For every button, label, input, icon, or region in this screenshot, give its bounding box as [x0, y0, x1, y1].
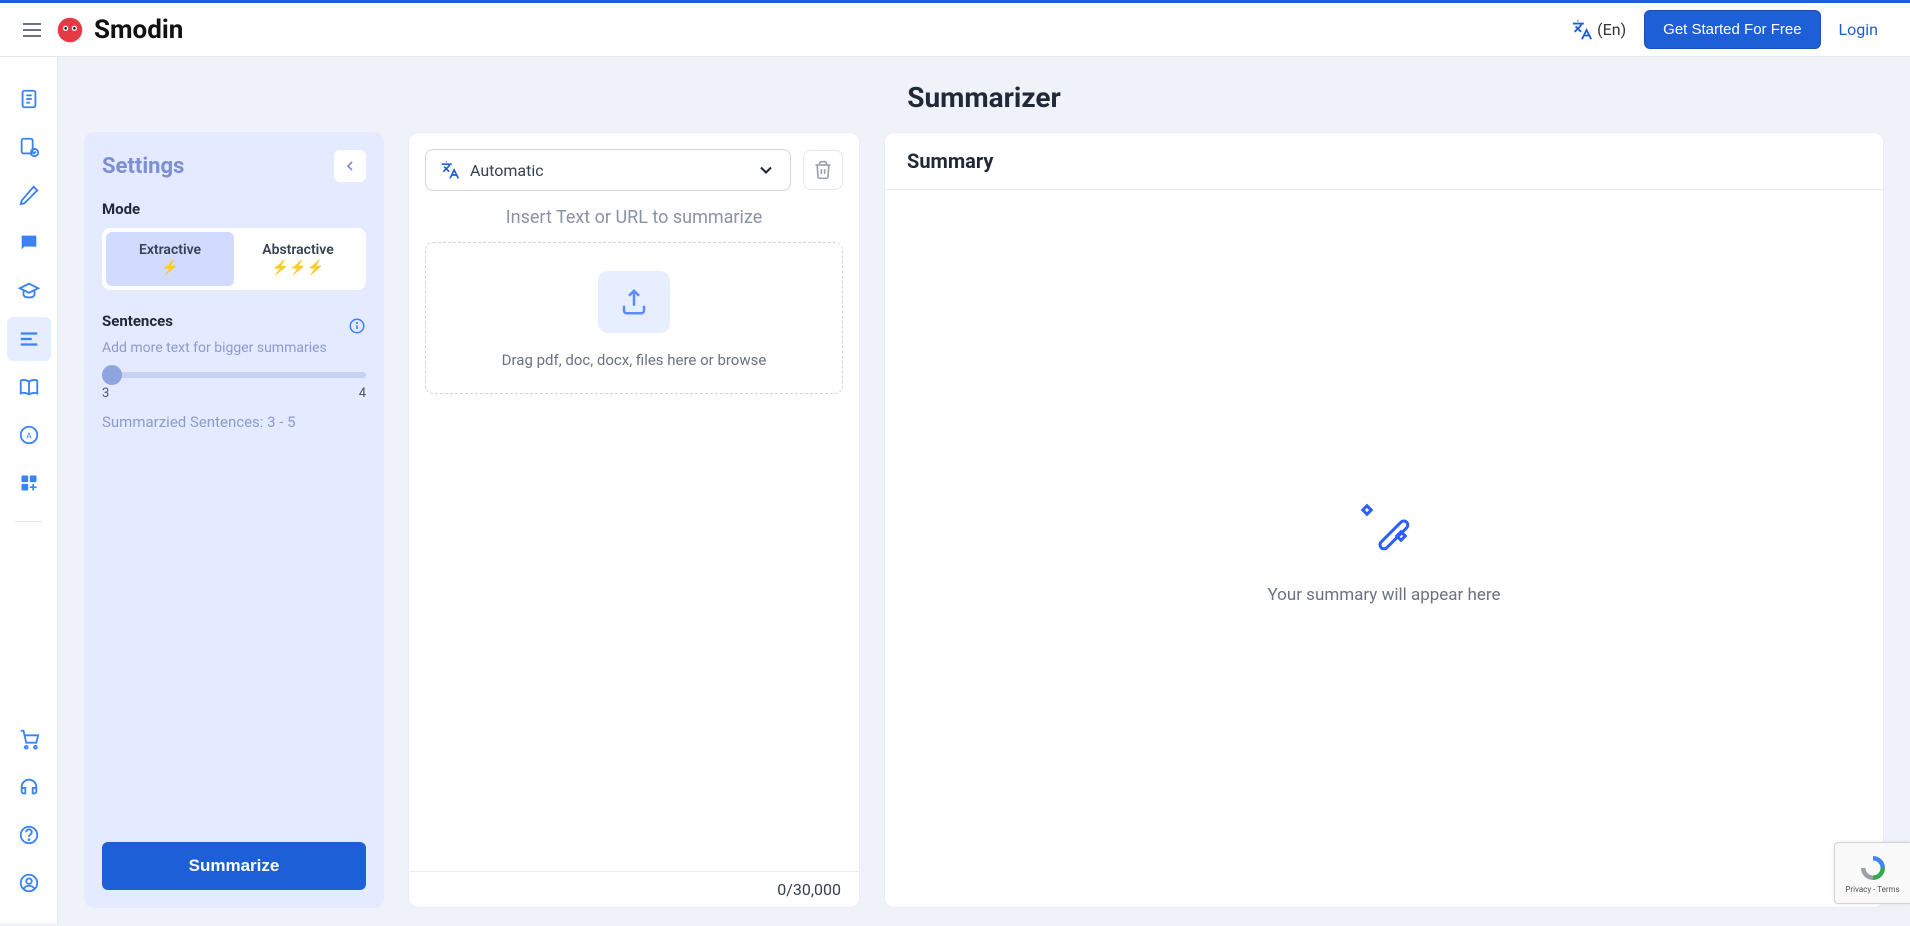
translate-icon [440, 160, 460, 180]
logo-icon [56, 16, 84, 44]
slider-labels: 3 4 [102, 386, 366, 401]
chevron-down-icon [756, 160, 776, 180]
output-empty-state: Your summary will appear here [885, 190, 1883, 907]
upload-icon [598, 271, 670, 333]
header: Smodin (En) Get Started For Free Login [0, 3, 1910, 57]
language-label: (En) [1597, 20, 1626, 39]
slider-min: 3 [102, 386, 109, 401]
cta-button[interactable]: Get Started For Free [1644, 10, 1820, 49]
recaptcha-badge[interactable]: Privacy - Terms [1834, 842, 1910, 904]
logo[interactable]: Smodin [56, 15, 183, 45]
sidebar-item-graduation[interactable] [7, 269, 51, 313]
panel-settings: Settings Mode Extractive ⚡ Abstractive ⚡… [84, 132, 384, 908]
summarize-button[interactable]: Summarize [102, 842, 366, 890]
output-empty-text: Your summary will appear here [1267, 585, 1500, 605]
login-link[interactable]: Login [1839, 20, 1890, 39]
content: Summarizer Settings Mode Extractive ⚡ [58, 57, 1910, 923]
sidebar-item-apps[interactable] [7, 461, 51, 505]
input-placeholder: Insert Text or URL to summarize [409, 203, 859, 242]
brand-name: Smodin [94, 15, 183, 45]
sentences-header: Sentences [102, 312, 366, 340]
dropzone-text: Drag pdf, doc, docx, files here or brows… [442, 351, 826, 369]
sentences-slider[interactable] [102, 372, 366, 378]
tab-extractive[interactable]: Extractive ⚡ [106, 232, 234, 286]
svg-text:A: A [26, 432, 32, 442]
header-right: (En) Get Started For Free Login [1571, 10, 1890, 49]
language-selector[interactable]: (En) [1571, 19, 1626, 41]
sidebar-item-cart[interactable] [7, 717, 51, 761]
sidebar-item-pencil[interactable] [7, 173, 51, 217]
settings-title: Settings [102, 154, 184, 179]
sidebar-item-doc[interactable] [7, 77, 51, 121]
chevron-left-icon [342, 158, 358, 174]
sidebar-item-check-doc[interactable] [7, 125, 51, 169]
panels: Settings Mode Extractive ⚡ Abstractive ⚡… [58, 132, 1910, 908]
clear-button[interactable] [803, 150, 843, 190]
sidebar-item-summarizer[interactable] [7, 317, 51, 361]
input-topbar: Automatic [409, 133, 859, 203]
page-title: Summarizer [58, 57, 1910, 132]
sidebar-item-book[interactable] [7, 365, 51, 409]
recaptcha-icon [1858, 853, 1888, 883]
hamburger-icon[interactable] [20, 18, 44, 42]
char-counter: 0/30,000 [409, 871, 859, 907]
settings-header: Settings [102, 150, 366, 182]
sidebar-item-ai[interactable]: A [7, 413, 51, 457]
sidebar-item-profile[interactable] [7, 861, 51, 905]
tab-abstractive[interactable]: Abstractive ⚡⚡⚡ [234, 232, 362, 286]
panel-output: Summary Your summary will appear here [884, 132, 1884, 908]
sidebar-item-chat[interactable] [7, 221, 51, 265]
magic-wand-icon [1352, 493, 1416, 557]
slider-thumb[interactable] [102, 365, 122, 385]
sidebar-divider [15, 521, 43, 522]
sidebar-item-help[interactable] [7, 813, 51, 857]
language-dropdown[interactable]: Automatic [425, 149, 791, 191]
sidebar: A [0, 57, 58, 923]
main-layout: A Summarizer Settings Mode [0, 57, 1910, 923]
collapse-button[interactable] [334, 150, 366, 182]
slider-max: 4 [359, 386, 366, 401]
sentences-hint: Add more text for bigger summaries [102, 340, 366, 356]
panel-input: Automatic Insert Text or URL to summariz… [408, 132, 860, 908]
summary-count: Summarzied Sentences: 3 - 5 [102, 413, 366, 431]
mode-tabs: Extractive ⚡ Abstractive ⚡⚡⚡ [102, 228, 366, 290]
sidebar-item-support[interactable] [7, 765, 51, 809]
language-value: Automatic [470, 161, 544, 180]
file-dropzone[interactable]: Drag pdf, doc, docx, files here or brows… [425, 242, 843, 394]
trash-icon [813, 160, 833, 180]
info-icon[interactable] [348, 317, 366, 335]
header-left: Smodin [20, 15, 183, 45]
sentences-label: Sentences [102, 312, 173, 330]
output-title: Summary [885, 133, 1883, 190]
mode-label: Mode [102, 200, 366, 218]
